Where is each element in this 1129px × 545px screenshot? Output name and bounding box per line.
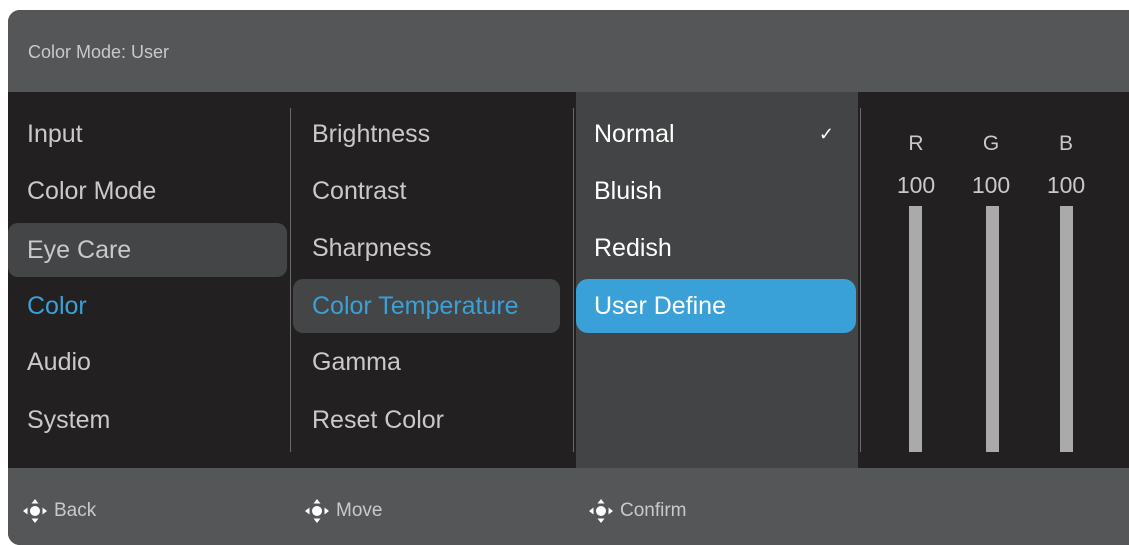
menu-item-audio[interactable]: Audio — [8, 335, 287, 389]
move-hint: Move — [304, 498, 382, 524]
menu-item-color-mode[interactable]: Color Mode — [8, 164, 287, 218]
option-user-define[interactable]: User Define — [576, 279, 856, 333]
menu-item-input[interactable]: Input — [8, 107, 287, 161]
options-menu: Normal ✓ Bluish Redish User Define — [576, 92, 858, 468]
submenu-item-contrast[interactable]: Contrast — [293, 164, 560, 218]
menu-item-eye-care[interactable]: Eye Care — [8, 223, 287, 277]
rgb-panel: R G B 100 100 100 — [858, 92, 1129, 468]
blue-slider[interactable] — [1060, 206, 1073, 452]
submenu-item-color-temperature[interactable]: Color Temperature — [293, 279, 560, 333]
header-bar: Color Mode: User — [8, 10, 1129, 92]
menu-item-system[interactable]: System — [8, 393, 287, 447]
column-divider — [573, 108, 574, 452]
option-normal[interactable]: Normal ✓ — [576, 107, 856, 161]
sub-menu: Brightness Contrast Sharpness Color Temp… — [293, 92, 576, 468]
menu-item-color[interactable]: Color — [8, 279, 287, 333]
submenu-item-sharpness[interactable]: Sharpness — [293, 221, 560, 275]
option-redish[interactable]: Redish — [576, 221, 856, 275]
check-icon: ✓ — [818, 124, 834, 144]
confirm-hint: Confirm — [588, 498, 687, 524]
option-bluish[interactable]: Bluish — [576, 164, 856, 218]
joystick-icon — [23, 499, 47, 523]
osd-menu: Color Mode: User Input Color Mode Eye Ca… — [8, 10, 1129, 545]
column-divider — [290, 108, 291, 452]
submenu-item-brightness[interactable]: Brightness — [293, 107, 560, 161]
move-label: Move — [336, 500, 383, 521]
submenu-item-gamma[interactable]: Gamma — [293, 335, 560, 389]
rgb-label-b: B — [1058, 132, 1073, 155]
green-slider[interactable] — [986, 206, 999, 452]
rgb-value-b: 100 — [1046, 172, 1086, 198]
confirm-label: Confirm — [620, 500, 687, 521]
option-label: Normal — [594, 120, 675, 148]
joystick-icon — [589, 499, 613, 523]
red-slider[interactable] — [909, 206, 922, 452]
submenu-item-reset-color[interactable]: Reset Color — [293, 393, 560, 447]
footer-bar: Back Move Confirm — [8, 468, 1129, 545]
back-label: Back — [54, 500, 97, 521]
page-title: Color Mode: User — [28, 42, 170, 62]
main-menu: Input Color Mode Eye Care Color Audio Sy… — [8, 92, 293, 468]
rgb-label-g: G — [982, 132, 1000, 155]
rgb-value-r: 100 — [896, 172, 936, 198]
rgb-value-g: 100 — [971, 172, 1011, 198]
joystick-icon — [305, 499, 329, 523]
column-divider — [860, 108, 861, 452]
back-hint: Back — [22, 498, 96, 524]
rgb-label-r: R — [908, 132, 924, 155]
